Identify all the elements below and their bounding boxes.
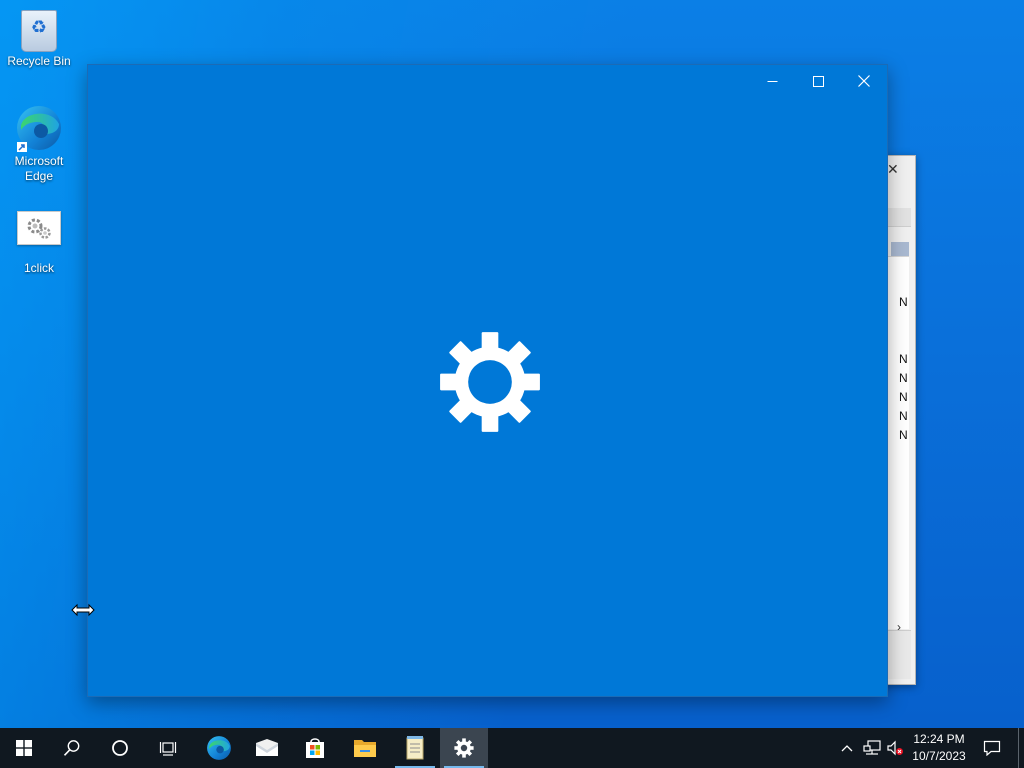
notepad-icon [406,736,424,760]
list-cell: N [899,390,908,404]
start-button[interactable] [0,728,48,768]
task-view-icon [159,742,177,756]
settings-window[interactable] [87,64,888,697]
list-cell: N [899,371,908,385]
list-cell: N [899,295,908,309]
file-explorer-icon [354,740,376,757]
resize-cursor-icon [71,603,95,617]
network-button[interactable] [860,728,884,768]
taskbar-notepad[interactable] [391,728,439,768]
list-cell: N [899,428,908,442]
close-icon [858,75,870,87]
taskbar: 12:24 PM 10/7/2023 [0,728,1024,768]
volume-button[interactable] [884,728,906,768]
desktop-icon-label: 1click [23,261,54,275]
gear-icon [454,738,474,758]
list-cell: N [899,409,908,423]
cortana-icon [112,740,128,756]
gear-icon [440,332,540,432]
taskbar-settings[interactable] [440,728,488,768]
volume-muted-icon [887,740,903,756]
notification-icon [983,740,1001,756]
taskbar-clock[interactable]: 12:24 PM 10/7/2023 [906,728,972,768]
minimize-icon [767,80,777,82]
taskbar-microsoft-edge[interactable] [195,728,243,768]
desktop-icon-1click[interactable]: 1click [1,0,77,276]
cortana-button[interactable] [96,728,144,768]
show-desktop-button[interactable] [1018,728,1019,768]
gears-icon [17,211,61,245]
microsoft-store-icon [306,738,324,758]
clock-time: 12:24 PM [913,732,965,746]
clock-date: 10/7/2023 [912,749,966,763]
search-button[interactable] [48,728,96,768]
microsoft-edge-icon [207,736,231,760]
taskbar-file-explorer[interactable] [341,728,389,768]
close-button[interactable] [841,65,887,97]
network-icon [863,740,881,755]
taskbar-mail[interactable] [243,728,291,768]
action-center-button[interactable] [976,728,1008,768]
close-icon[interactable]: ✕ [887,161,899,178]
taskbar-microsoft-store[interactable] [291,728,339,768]
maximize-button[interactable] [795,65,841,97]
windows-logo-icon [16,740,32,756]
maximize-icon [812,75,824,87]
chevron-up-icon [841,745,853,752]
minimize-button[interactable] [749,65,795,97]
search-icon [63,740,80,756]
mail-icon [256,739,278,756]
task-view-button[interactable] [144,728,192,768]
list-cell: N [899,352,908,366]
show-hidden-icons-button[interactable] [836,728,858,768]
